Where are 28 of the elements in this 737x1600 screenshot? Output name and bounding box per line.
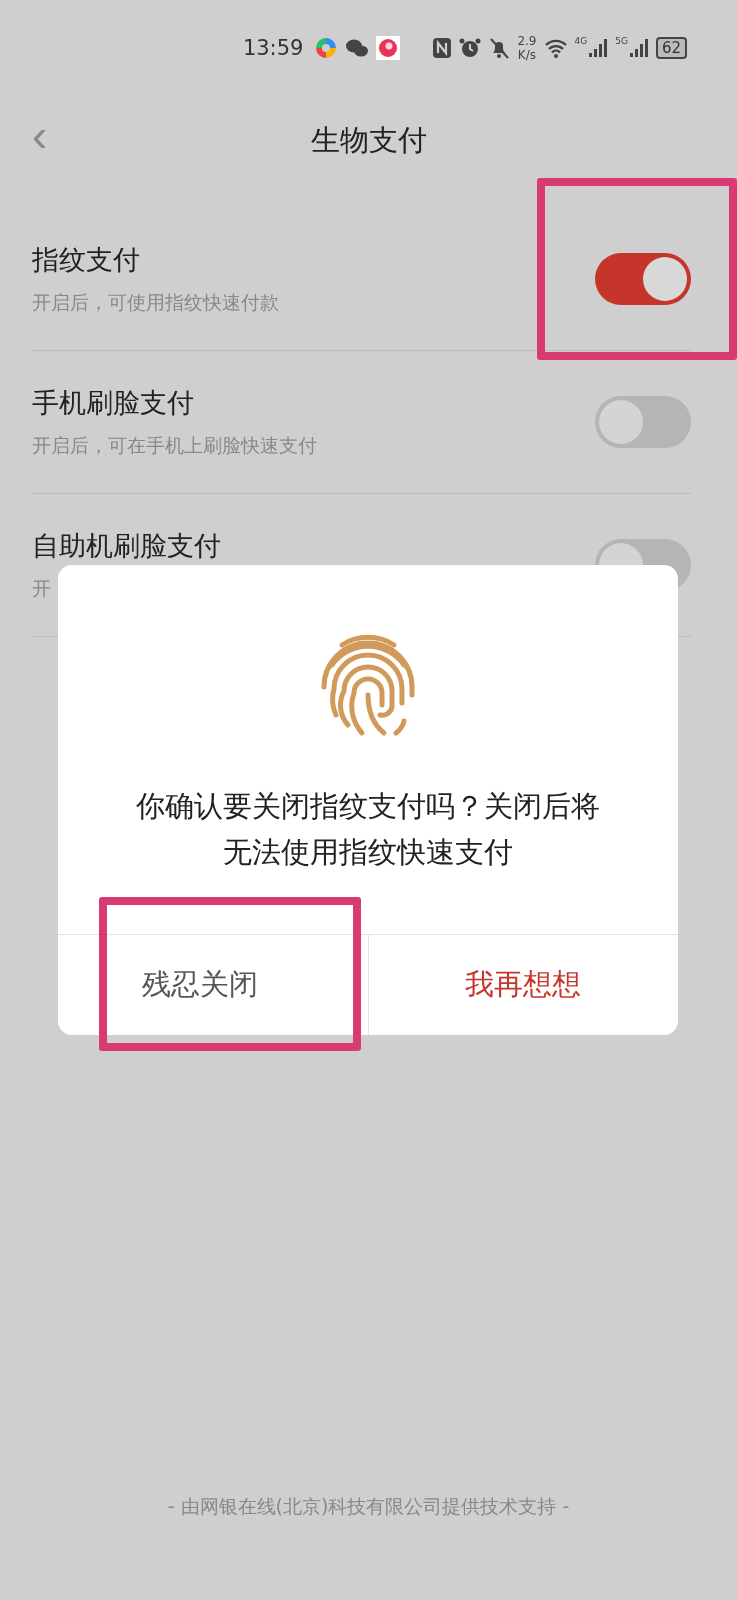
close-button[interactable]: 残忍关闭 [58, 935, 368, 1035]
page-title: 生物支付 [310, 122, 427, 159]
setting-title: 指纹支付 [32, 243, 141, 277]
nfc-icon [432, 37, 453, 59]
signal-icon [588, 38, 609, 58]
alarm-icon [459, 37, 482, 59]
battery-indicator: 62 [655, 37, 687, 59]
speed-text: 2.9 [517, 34, 537, 48]
app-icon [376, 36, 401, 60]
network-type: 4G [574, 36, 588, 46]
dialog-message: 你确认要关闭指纹支付吗？关闭后将无法使用指纹快速支付 [135, 788, 601, 871]
signal-icon [628, 38, 649, 58]
app-icon [314, 36, 339, 60]
setting-description: 开启后，可使用指纹快速付款 [32, 290, 279, 315]
bell-off-icon [488, 37, 511, 59]
speed-unit: K/s [517, 48, 537, 62]
chat-icon [345, 38, 370, 58]
confirm-button[interactable]: 我再想想 [368, 935, 678, 1035]
toggle-switch[interactable] [595, 396, 691, 448]
setting-title: 手机刷脸支付 [32, 386, 195, 420]
setting-description: 开启后，可在手机上刷脸快速支付 [32, 433, 317, 458]
setting-title: 自助机刷脸支付 [32, 529, 221, 563]
toggle-switch[interactable] [595, 253, 691, 305]
clock-text: 13:59 [242, 36, 304, 60]
wifi-icon [543, 38, 568, 58]
network-type: 5G [615, 36, 628, 46]
footer-text: - 由网银在线(北京)科技有限公司提供技术支持 - [166, 1494, 571, 1519]
setting-description: 开 [32, 576, 52, 601]
